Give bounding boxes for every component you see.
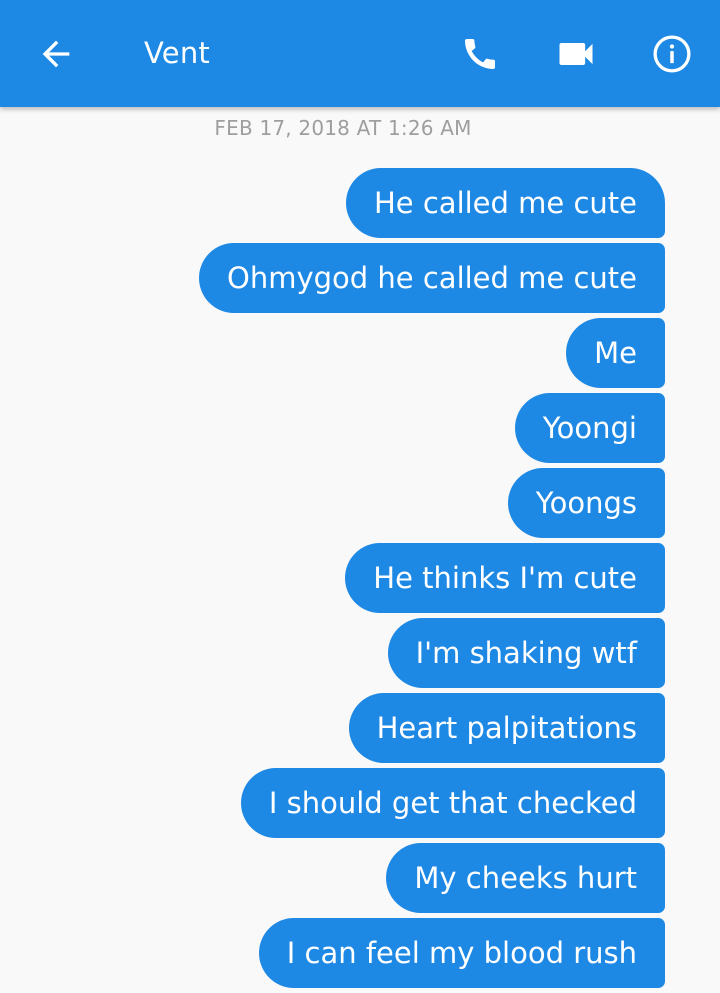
message-bubble[interactable]: I'm shaking wtf (387, 618, 665, 688)
message-bubble[interactable]: I can feel my blood rush (258, 918, 665, 988)
message-bubble[interactable]: Yoongs (507, 468, 665, 538)
back-arrow-icon (42, 40, 70, 68)
app-bar: Vent (0, 0, 720, 107)
back-button[interactable] (28, 26, 84, 82)
info-button[interactable] (644, 26, 700, 82)
message-timestamp: FEB 17, 2018 AT 1:26 AM (214, 116, 472, 140)
phone-icon (465, 39, 495, 69)
message-bubble[interactable]: My cheeks hurt (386, 843, 665, 913)
message-bubble[interactable]: Yoongi (514, 393, 665, 463)
video-camera-icon (559, 43, 593, 65)
message-bubble[interactable]: He thinks I'm cute (345, 543, 665, 613)
message-bubble[interactable]: Me (566, 318, 665, 388)
message-bubble[interactable]: I should get that checked (240, 768, 665, 838)
conversation-title: Vent (144, 36, 210, 70)
message-bubble[interactable]: He called me cute (345, 168, 665, 238)
video-call-button[interactable] (548, 26, 604, 82)
message-thread: He called me cute Ohmygod he called me c… (199, 168, 665, 993)
message-bubble[interactable]: Heart palpitations (348, 693, 665, 763)
message-bubble[interactable]: Ohmygod he called me cute (199, 243, 665, 313)
voice-call-button[interactable] (452, 26, 508, 82)
info-icon (653, 35, 691, 73)
